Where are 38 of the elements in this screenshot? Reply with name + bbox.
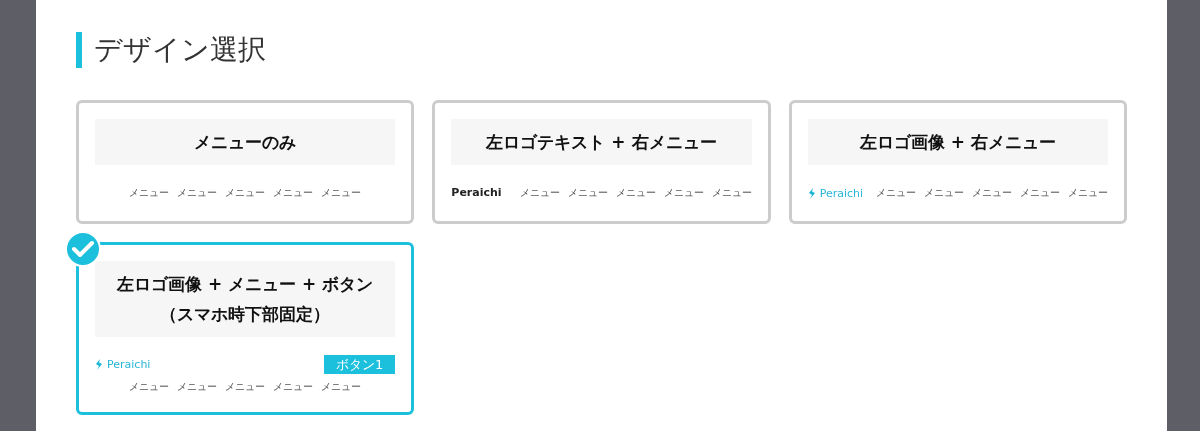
menu-item: メニュー [519,188,560,198]
menu-item: メニュー [615,188,656,198]
menu-item: メニュー [1020,188,1060,198]
menu-item: メニュー [225,188,266,198]
menu-item: メニュー [663,188,704,198]
design-option-card[interactable]: 左ロゴ画像 + メニュー + ボタン （スマホ時下部固定） Peraichi ボタン1 メニュー メニュー メニュー メニュー メニュー [76,242,415,415]
design-subtitle: （スマホ時下部固定） [160,303,331,326]
design-name: メニューのみ [194,131,297,154]
check-icon [64,230,102,268]
sample-button: ボタン1 [324,355,396,374]
menu-item: メニュー [273,382,314,392]
logo-icon [95,359,103,370]
design-option-card[interactable]: 左ロゴテキスト + 右メニュー Peraichi メニュー メニュー メニュー メニュー メニュー [432,100,771,224]
logo-icon [807,187,816,199]
design-option-card[interactable]: メニューのみ メニュー メニュー メニュー メニュー メニュー [76,100,415,224]
menu-item: メニュー [225,382,266,392]
menu-item: メニュー [273,188,314,198]
menu-item: メニュー [321,382,362,392]
design-name: 左ロゴ画像 + 右メニュー [859,131,1056,154]
menu-item: メニュー [924,188,964,198]
menu-item: メニュー [321,188,362,198]
menu-item: メニュー [567,188,608,198]
menu-item: メニュー [177,382,218,392]
menu-item: メニュー [876,188,916,198]
design-name: 左ロゴ画像 + メニュー + ボタン [117,273,374,296]
menu-item: メニュー [711,188,752,198]
design-option-card[interactable]: 左ロゴ画像 + 右メニュー Peraichi メニュー メニュー メニュー メニュー メニュー [788,100,1127,224]
menu-item: メニュー [1068,188,1108,198]
menu-item: メニュー [177,188,218,198]
menu-item: メニュー [129,382,170,392]
title-accent-bar [76,32,82,68]
logo-text: Peraichi [451,184,502,201]
logo-text: Peraichi [107,359,151,370]
menu-item: メニュー [129,188,170,198]
logo-text: Peraichi [819,187,864,199]
menu-item: メニュー [972,188,1012,198]
design-name: 左ロゴテキスト + 右メニュー [486,131,717,154]
section-title: デザイン選択 [94,36,266,64]
